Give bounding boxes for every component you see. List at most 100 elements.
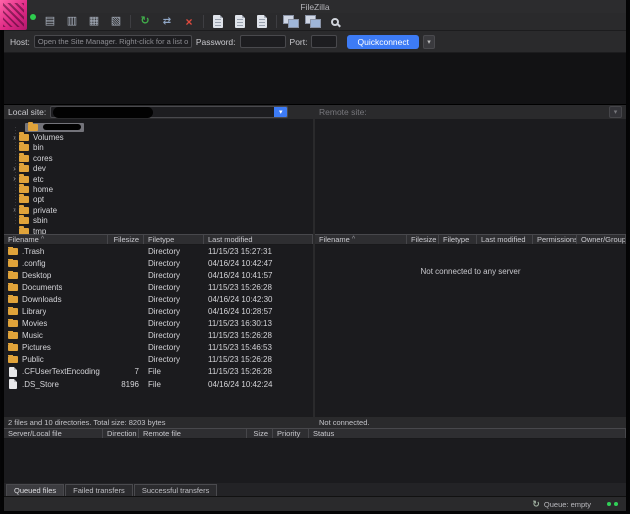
tree-item-cores[interactable]: cores <box>4 153 313 163</box>
traffic-light-green[interactable] <box>30 14 36 20</box>
column-last-modified[interactable]: Last modified <box>204 235 313 244</box>
file-name: .config <box>22 259 46 268</box>
file-row[interactable]: .config Directory 04/16/24 10:42:47 <box>4 257 313 269</box>
column-filename[interactable]: Filename^ <box>4 235 108 244</box>
file-type: File <box>144 367 204 376</box>
column-filesize[interactable]: Filesize <box>407 235 439 244</box>
filezilla-window: FileZilla ▤ ▥ ▦ ▧ ↻ ⇄ × Host: Password: … <box>4 0 626 511</box>
folder-icon <box>19 134 29 141</box>
tree-item-dev[interactable]: › dev <box>4 164 313 174</box>
sync-browsing-button[interactable] <box>305 14 321 29</box>
expander-icon[interactable]: › <box>10 165 19 173</box>
local-site-dropdown-button[interactable]: ▾ <box>274 107 287 117</box>
tab-successful-transfers[interactable]: Successful transfers <box>134 484 218 496</box>
file-row[interactable]: Documents Directory 11/15/23 15:26:28 <box>4 281 313 293</box>
folder-icon <box>19 155 29 162</box>
file-row[interactable]: Public Directory 11/15/23 15:26:28 <box>4 354 313 366</box>
quickconnect-dropdown-button[interactable]: ▾ <box>423 35 435 49</box>
file-row[interactable]: Music Directory 11/15/23 15:26:28 <box>4 330 313 342</box>
column-server-local-file[interactable]: Server/Local file <box>4 429 103 438</box>
column-filename[interactable]: Filename^ <box>315 235 407 244</box>
remote-site-dropdown-button[interactable]: ▾ <box>609 106 622 118</box>
refresh-button[interactable]: ↻ <box>137 14 153 29</box>
redacted-local-path <box>53 107 153 118</box>
file-name: Movies <box>22 319 47 328</box>
column-priority[interactable]: Priority <box>273 429 309 438</box>
tree-item-tmp[interactable]: tmp <box>4 226 313 234</box>
directory-listing-button[interactable] <box>210 14 226 29</box>
cancel-button[interactable]: × <box>181 14 197 29</box>
tree-item-volumes[interactable]: › Volumes <box>4 132 313 142</box>
tree-item-private[interactable]: › private <box>4 205 313 215</box>
document-icon <box>257 15 267 28</box>
toggle-local-tree-button[interactable]: ▥ <box>64 14 80 29</box>
file-row[interactable]: Pictures Directory 11/15/23 15:46:53 <box>4 342 313 354</box>
tree-item-bin[interactable]: bin <box>4 143 313 153</box>
host-input[interactable] <box>34 35 192 48</box>
toggle-remote-tree-button[interactable]: ▦ <box>86 14 102 29</box>
title-bar[interactable]: FileZilla <box>4 0 626 13</box>
file-type: Directory <box>144 283 204 292</box>
file-row[interactable]: Library Directory 04/16/24 10:28:57 <box>4 305 313 317</box>
column-last-modified[interactable]: Last modified <box>477 235 533 244</box>
local-site-bar: Local site: ▾ <box>4 105 313 119</box>
sync-browsing-icon <box>305 15 321 28</box>
directory-compare-icon <box>283 15 299 28</box>
file-modified: 11/15/23 16:30:13 <box>204 319 313 328</box>
expander-icon[interactable]: › <box>10 134 19 142</box>
column-filetype[interactable]: Filetype <box>439 235 477 244</box>
file-icon <box>9 379 17 389</box>
file-modified: 04/16/24 10:41:57 <box>204 271 313 280</box>
toggle-queue-button[interactable]: ▧ <box>108 14 124 29</box>
status-dot <box>614 502 618 506</box>
file-type: Directory <box>144 247 204 256</box>
local-site-combo[interactable]: ▾ <box>50 106 288 118</box>
file-row[interactable]: Downloads Directory 04/16/24 10:42:30 <box>4 293 313 305</box>
remote-site-label: Remote site: <box>319 107 367 117</box>
tree-item-etc[interactable]: › etc <box>4 174 313 184</box>
chevron-down-icon: ▾ <box>427 38 431 46</box>
column-direction[interactable]: Direction <box>103 429 139 438</box>
expander-icon[interactable]: › <box>10 206 19 214</box>
file-row[interactable]: .DS_Store 8196 File 04/16/24 10:42:24 <box>4 378 313 390</box>
tab-queued-files[interactable]: Queued files <box>6 484 64 496</box>
folder-icon <box>19 186 29 193</box>
local-directory-tree: › Volumes bin cores › dev <box>4 119 313 234</box>
remote-tree-icon: ▦ <box>89 16 99 27</box>
password-input[interactable] <box>240 35 286 48</box>
file-row[interactable]: Movies Directory 11/15/23 16:30:13 <box>4 318 313 330</box>
file-row[interactable]: .Trash Directory 11/15/23 15:27:31 <box>4 245 313 257</box>
quickconnect-button[interactable]: Quickconnect <box>347 35 419 49</box>
file-row[interactable]: Desktop Directory 04/16/24 10:41:57 <box>4 269 313 281</box>
column-filetype[interactable]: Filetype <box>144 235 204 244</box>
sort-asc-icon: ^ <box>352 236 355 243</box>
tab-failed-transfers[interactable]: Failed transfers <box>65 484 133 496</box>
folder-icon <box>19 207 29 214</box>
process-queue-button[interactable]: ⇄ <box>159 14 175 29</box>
port-input[interactable] <box>311 35 337 48</box>
add-to-queue-button[interactable] <box>232 14 248 29</box>
column-owner-group[interactable]: Owner/Group <box>577 235 626 244</box>
file-modified: 11/15/23 15:26:28 <box>204 355 313 364</box>
toggle-message-log-button[interactable]: ▤ <box>42 14 58 29</box>
tree-item-home[interactable]: home <box>4 184 313 194</box>
column-remote-file[interactable]: Remote file <box>139 429 247 438</box>
tree-item-sbin[interactable]: sbin <box>4 216 313 226</box>
file-row[interactable]: .CFUserTextEncoding 7 File 11/15/23 15:2… <box>4 366 313 378</box>
column-size[interactable]: Size <box>247 429 273 438</box>
column-permissions[interactable]: Permissions <box>533 235 577 244</box>
filter-button[interactable] <box>254 14 270 29</box>
file-type: Directory <box>144 295 204 304</box>
tree-item-selected[interactable] <box>4 122 313 132</box>
tree-item-opt[interactable]: opt <box>4 195 313 205</box>
status-bar: ↻ Queue: empty <box>4 496 626 511</box>
local-status-bar: 2 files and 10 directories. Total size: … <box>4 416 313 428</box>
expander-icon[interactable]: › <box>10 175 19 183</box>
column-status[interactable]: Status <box>309 429 626 438</box>
column-filesize[interactable]: Filesize <box>108 235 144 244</box>
toolbar-separator <box>276 15 277 28</box>
toolbar-separator <box>130 15 131 28</box>
find-files-button[interactable] <box>327 14 343 29</box>
directory-compare-button[interactable] <box>283 14 299 29</box>
tree-item-label: etc <box>33 175 44 184</box>
